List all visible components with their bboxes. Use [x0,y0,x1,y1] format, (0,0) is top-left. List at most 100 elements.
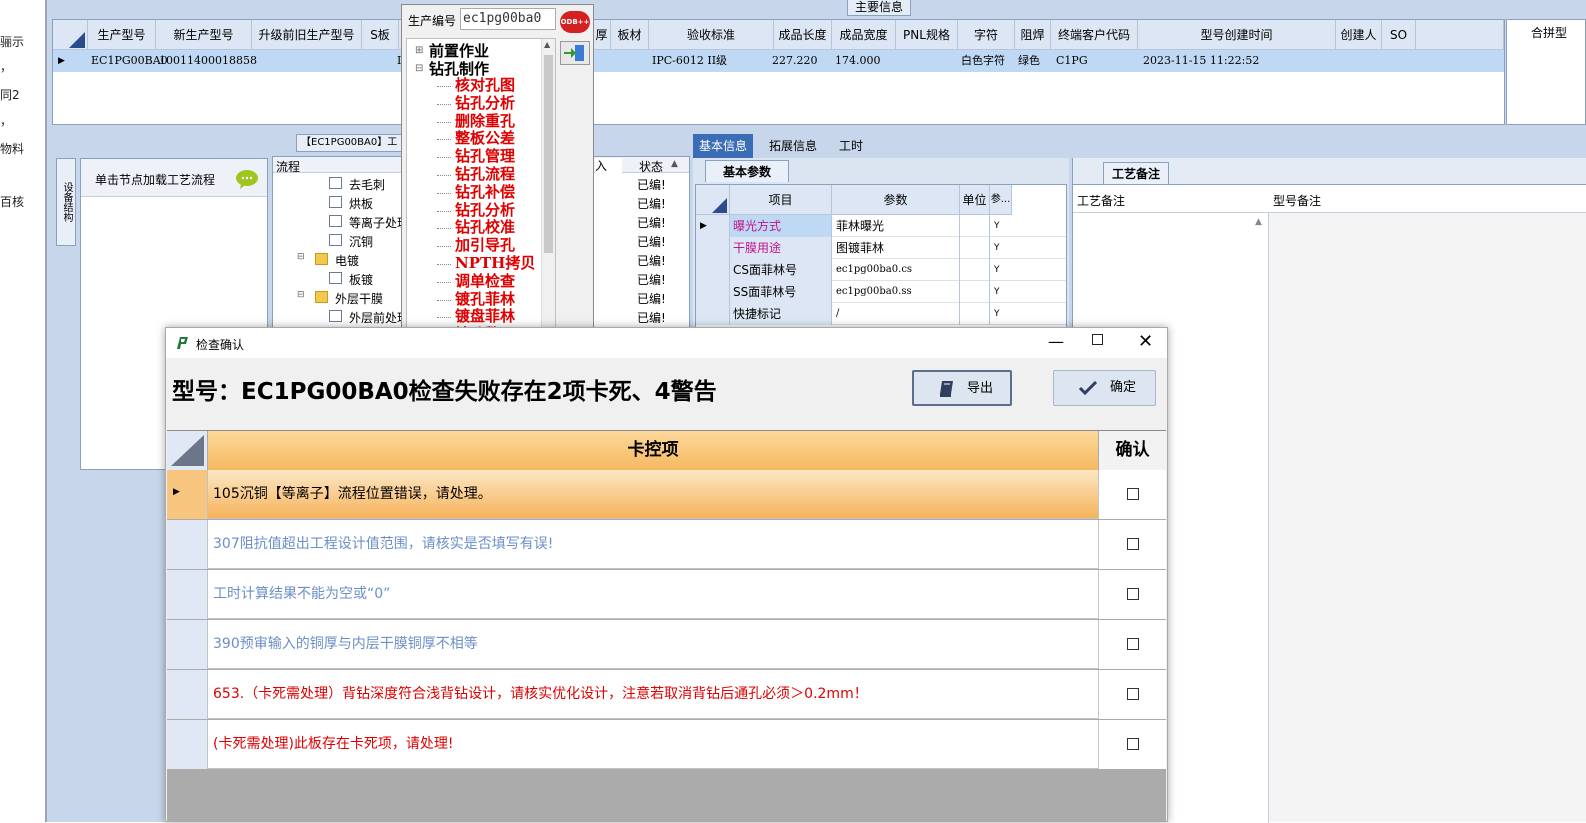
drill-menu-item[interactable]: 钻孔校准 [455,218,515,236]
param-value[interactable]: 图镀菲林 [832,237,960,259]
odb-button[interactable]: ODB++ [560,11,590,33]
col-header[interactable]: PNL规格 [896,20,958,50]
vertical-tab-structure[interactable]: 设备结构 [56,158,76,246]
col-header[interactable]: 参数 [832,185,960,215]
drill-menu-item[interactable]: 钻孔管理 [455,147,515,165]
checkmark-icon [1078,380,1098,396]
check-item-row[interactable]: ▶ 105沉铜【等离子】流程位置错误，请处理。 [167,470,1166,519]
param-unit[interactable] [960,237,990,259]
scroll-up-icon[interactable]: ▲ [1255,217,1262,227]
scrollbar[interactable]: ▲ [541,39,555,327]
drill-tree[interactable]: ⊞ 前置作业 ⊟ 钻孔制作 核对孔图 钻孔分析 删除重孔 整板公差 钻孔管理 钻孔流程 钻孔… [406,38,556,328]
tree-connector [437,317,451,319]
drill-menu-item[interactable]: 镀盘菲林 [455,307,515,325]
param-unit[interactable] [960,259,990,281]
confirm-checkbox[interactable] [1127,588,1139,600]
col-header[interactable]: 单位 [960,185,990,215]
table-row[interactable]: CS面菲林号 ec1pg00ba0.cs Y [696,259,1066,281]
drill-menu-item[interactable]: 钻孔补偿 [455,183,515,201]
tab-process-notes[interactable]: 工艺备注 [1103,162,1169,184]
cell-customer[interactable]: C1PG [1053,50,1088,72]
col-header[interactable]: 阻焊 [1015,20,1051,50]
maximize-icon[interactable] [1092,334,1103,345]
params-grid: 项目 参数 单位 参... ▶ 曝光方式 菲林曝光 Y 干膜用途 图镀菲林 Y CS面菲林号 e… [695,184,1067,328]
col-header[interactable]: 字符 [958,20,1015,50]
confirm-checkbox[interactable] [1127,488,1139,500]
confirm-checkbox[interactable] [1127,688,1139,700]
col-header[interactable]: 项目 [730,185,832,215]
check-item-row[interactable]: 307阻抗值超出工程设计值范围，请核实是否填写有误! [167,520,1166,569]
scrollbar-thumb[interactable] [544,55,553,253]
col-header[interactable]: 成品宽度 [832,20,896,50]
col-header[interactable]: 新生产型号 [156,20,252,50]
drill-menu-item[interactable]: 删除重孔 [455,112,515,130]
col-header[interactable]: 升级前旧生产型号 [252,20,362,50]
param-value[interactable]: / [832,303,960,325]
col-header-confirm[interactable]: 确认 [1098,431,1166,470]
cell-length[interactable]: 227.220 [769,50,818,72]
drill-menu-item[interactable]: 核对孔图 [455,76,515,94]
check-item-row[interactable]: 653.（卡死需处理）背钻深度符合浅背钻设计，请核实优化设计，注意若取消背钻后通… [167,670,1166,719]
close-icon[interactable]: ✕ [1138,331,1153,352]
table-row[interactable]: ▶ 曝光方式 菲林曝光 Y [696,215,1066,237]
drill-menu-item[interactable]: 钻孔分析 [455,94,515,112]
scroll-up-icon[interactable]: ▲ [544,40,550,49]
col-header[interactable]: 厚 [593,20,611,50]
col-header[interactable]: 生产型号 [88,20,156,50]
col-header[interactable]: 验收标准 [649,20,774,50]
drill-menu-item[interactable]: 钻孔流程 [455,165,515,183]
confirm-checkbox[interactable] [1127,738,1139,750]
confirm-checkbox[interactable] [1127,538,1139,550]
param-value[interactable]: 菲林曝光 [832,215,960,237]
table-row[interactable]: SS面菲林号 ec1pg00ba0.ss Y [696,281,1066,303]
param-unit[interactable] [960,303,990,325]
param-unit[interactable] [960,215,990,237]
drill-menu-item[interactable]: NPTH拷贝 [455,254,535,272]
drill-menu-item[interactable]: 钻孔分析 [455,201,515,219]
col-header[interactable]: S板 [362,20,399,50]
col-header-check-item[interactable]: 卡控项 [208,431,1098,470]
tab-extended-info[interactable]: 拓展信息 [763,134,823,158]
col-header[interactable]: 型号创建时间 [1138,20,1336,50]
drill-menu-item[interactable]: 整板公差 [455,129,515,147]
confirm-button[interactable]: 确定 [1053,370,1156,406]
row-header: ▶ [167,470,208,519]
exit-button[interactable] [560,41,590,65]
param-unit[interactable] [960,281,990,303]
tab-man-hours[interactable]: 工时 [833,134,869,158]
cell-mask[interactable]: 绿色 [1015,50,1040,72]
row-header [167,670,208,719]
confirm-checkbox[interactable] [1127,638,1139,650]
expand-icon[interactable]: ⊞ [415,45,423,56]
drill-menu-item[interactable]: 调单检查 [455,272,515,290]
cell-legend[interactable]: 白色字符 [958,50,1005,72]
cell-standard[interactable]: IPC-6012 II级 [649,50,727,72]
collapse-icon[interactable]: ⊟ [297,290,305,300]
col-header[interactable]: 板材 [611,20,649,50]
table-row[interactable]: 快捷标记 / Y [696,303,1066,325]
col-header[interactable]: 成品长度 [774,20,832,50]
drill-menu-item[interactable]: 加引导孔 [455,236,515,254]
check-item-row[interactable]: 390预审输入的铜厚与内层干膜铜厚不相等 [167,620,1166,669]
minimize-icon[interactable]: — [1048,332,1064,351]
drill-menu-item[interactable]: 镀孔菲林 [455,290,515,308]
param-value[interactable]: ec1pg00ba0.cs [832,259,960,281]
check-item-row[interactable]: (卡死需处理)此板存在卡死项，请处理! [167,720,1166,769]
col-header[interactable]: 参... [990,185,1012,215]
col-header[interactable]: 创建人 [1336,20,1382,50]
param-value[interactable]: ec1pg00ba0.ss [832,281,960,303]
export-button[interactable]: 导出 [912,370,1012,406]
cell-new-model[interactable]: 10011400018858 [156,50,257,72]
production-number-input[interactable]: ec1pg00ba0 [460,8,556,30]
col-header[interactable]: SO [1382,20,1416,50]
cell-width[interactable]: 174.000 [832,50,881,72]
table-row[interactable]: 干膜用途 图镀菲林 Y [696,237,1066,259]
collapse-icon[interactable]: ⊟ [415,63,423,74]
tree-col-fragment: 入 [595,158,622,174]
col-header[interactable]: 终端客户代码 [1051,20,1138,50]
check-item-row[interactable]: 工时计算结果不能为空或“0” [167,570,1166,619]
cell-created[interactable]: 2023-11-15 11:22:52 [1140,50,1259,72]
collapse-icon[interactable]: ⊟ [297,252,305,262]
tab-basic-params[interactable]: 基本参数 [705,160,789,182]
tab-basic-info[interactable]: 基本信息 [693,134,754,158]
